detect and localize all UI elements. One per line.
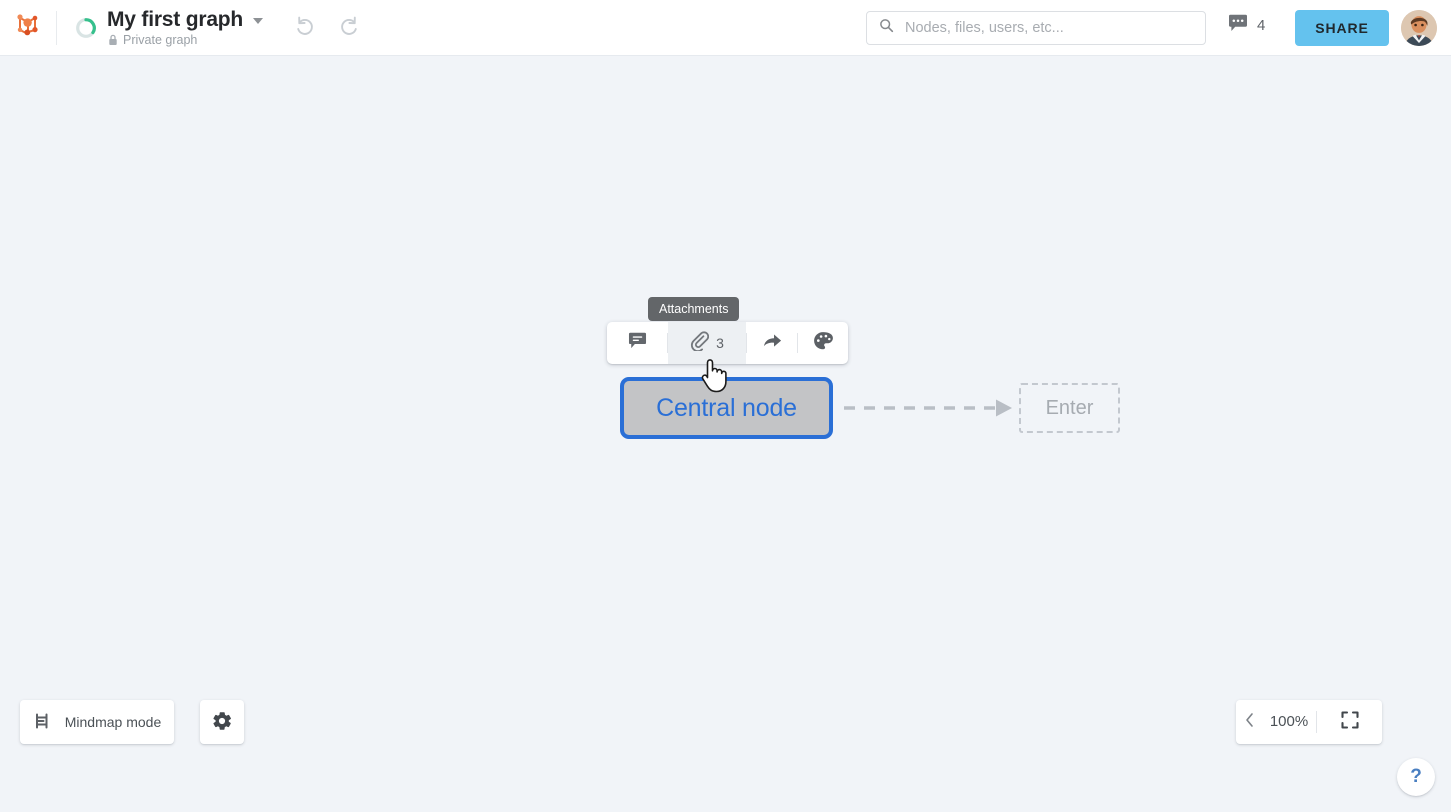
central-node[interactable]: Central node [620,377,833,439]
comments-button[interactable]: 4 [1228,14,1265,38]
redo-icon [337,14,361,41]
new-node-placeholder-label: Enter [1045,397,1094,419]
mindmap-branch-icon [33,710,55,735]
node-toolbar-share-button[interactable] [747,322,797,364]
node-toolbar-attachments-button[interactable]: 3 [668,322,746,364]
app-root: My first graph Private graph Nodes, file… [0,0,1451,812]
graph-title-block: My first graph Private graph [57,8,264,48]
share-arrow-icon [762,331,783,355]
tooltip: Attachments [648,297,740,321]
settings-button[interactable] [200,700,244,744]
search-icon [879,18,894,38]
comments-count: 4 [1257,17,1266,34]
node-toolbar: 3 [607,322,848,364]
mindmap-mode-button[interactable]: Mindmap mode [20,700,174,744]
mindmap-mode-label: Mindmap mode [64,713,162,730]
app-header: My first graph Private graph Nodes, file… [0,0,1451,56]
zoom-controls: 100% [1236,700,1382,744]
gear-icon [211,710,233,735]
central-node-label: Central node [656,393,797,422]
fit-screen-icon [1340,710,1360,735]
node-toolbar-comment-button[interactable] [607,322,667,364]
tooltip-text: Attachments [659,301,729,316]
attachments-count: 3 [716,335,724,351]
chevron-left-icon [1244,712,1255,733]
global-search [866,11,1206,45]
paperclip-icon [690,330,710,356]
undo-button[interactable] [293,14,317,41]
search-input[interactable] [905,20,1185,36]
history-controls [293,14,361,41]
zoom-previous-button[interactable] [1236,700,1262,744]
privacy-label: Private graph [123,32,198,47]
comment-icon [628,332,647,355]
undo-icon [293,14,317,41]
graph-canvas[interactable]: Attachments 3 Central node Enter [0,57,1451,812]
node-toolbar-color-button[interactable] [798,322,848,364]
search-box[interactable] [866,11,1206,45]
graph-nodes-logo-icon [13,10,43,45]
chevron-down-icon[interactable] [253,18,264,24]
avatar[interactable] [1401,10,1437,46]
page-title[interactable]: My first graph [107,8,243,32]
app-logo-button[interactable] [0,0,56,56]
help-button[interactable]: ? [1397,758,1435,796]
palette-icon [813,331,833,356]
redo-button[interactable] [337,14,361,41]
connector-edge [840,387,1020,429]
lock-icon [108,34,118,46]
comment-bubble-icon [1228,14,1248,38]
fit-to-screen-button[interactable] [1317,700,1382,744]
zoom-level-label[interactable]: 100% [1262,713,1316,731]
new-node-placeholder[interactable]: Enter [1019,383,1120,433]
progress-ring-icon [75,17,97,39]
share-button[interactable]: SHARE [1295,10,1389,46]
